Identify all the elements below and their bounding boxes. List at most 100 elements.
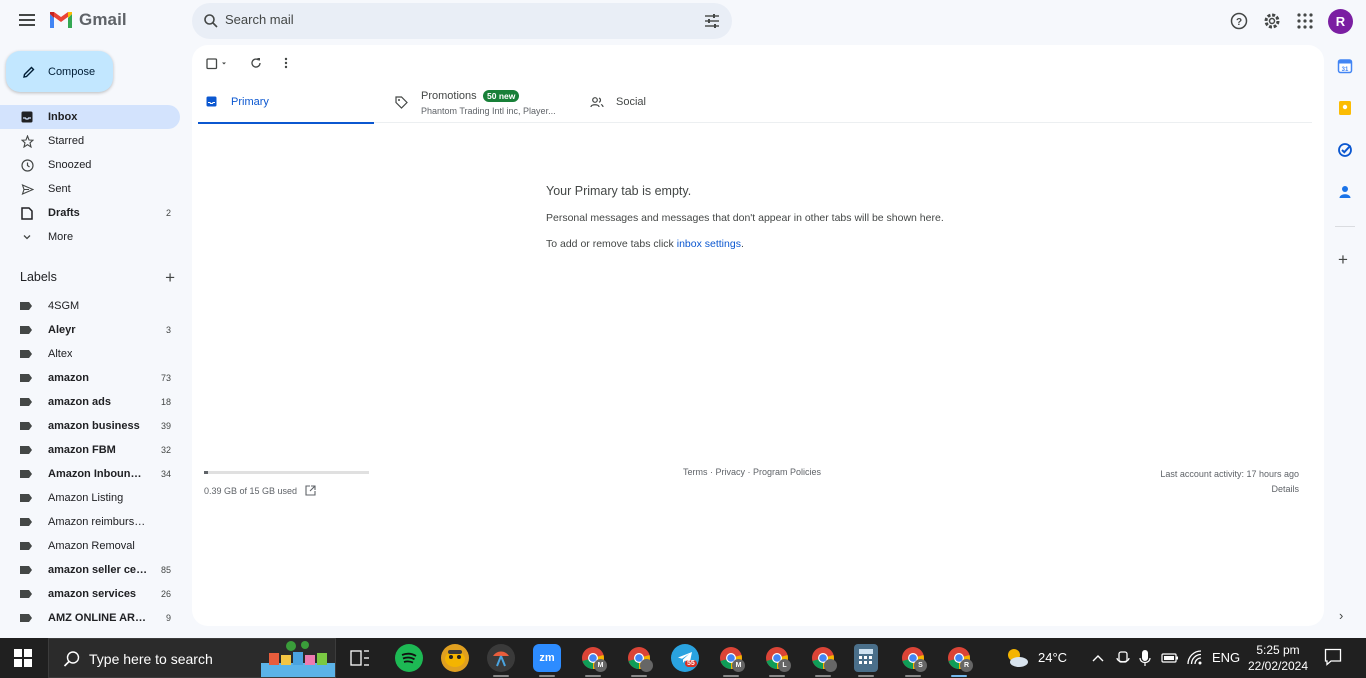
battery-icon[interactable] bbox=[1161, 652, 1179, 664]
chrome-icon[interactable] bbox=[809, 644, 837, 672]
sidebar-nav: Inbox Starred Snoozed Sent Drafts 2 More bbox=[0, 105, 192, 249]
label-item[interactable]: amazon FBM 32 bbox=[0, 438, 180, 462]
compose-button[interactable]: Compose bbox=[6, 51, 113, 92]
label-item[interactable]: Amazon Removal bbox=[0, 534, 180, 558]
contacts-icon[interactable] bbox=[1337, 184, 1353, 200]
label-item[interactable]: AMZ ONLINE ARBI... 9 bbox=[0, 606, 180, 630]
chevron-right-icon[interactable]: › bbox=[1339, 608, 1343, 623]
chrome-icon[interactable] bbox=[625, 644, 653, 672]
empty-hint-text: To add or remove tabs click bbox=[546, 238, 677, 250]
clock-time: 5:25 pm bbox=[1256, 643, 1300, 657]
label-item[interactable]: Amazon reimbursement bbox=[0, 510, 180, 534]
sidebar-item-label: Drafts bbox=[48, 207, 80, 219]
running-indicator bbox=[858, 675, 874, 677]
help-icon[interactable]: ? bbox=[1229, 11, 1249, 31]
search-bar[interactable] bbox=[192, 3, 732, 39]
label-tag-icon bbox=[20, 446, 32, 454]
privacy-link[interactable]: Privacy bbox=[716, 467, 746, 477]
search-options-icon[interactable] bbox=[704, 13, 720, 29]
label-count: 18 bbox=[160, 397, 171, 407]
gmail-logo[interactable]: Gmail bbox=[48, 10, 127, 30]
sidebar-item-more[interactable]: More bbox=[0, 225, 180, 249]
select-all-checkbox[interactable] bbox=[206, 57, 230, 75]
spotify-icon[interactable] bbox=[395, 644, 423, 672]
game-app-icon[interactable] bbox=[441, 644, 469, 672]
label-item[interactable]: 4SGM bbox=[0, 294, 180, 318]
windows-start-icon[interactable] bbox=[14, 649, 32, 667]
zoom-app-icon[interactable]: zm bbox=[533, 644, 561, 672]
gmail-m-icon bbox=[50, 12, 72, 28]
main-menu-button[interactable] bbox=[16, 11, 38, 31]
sidebar-item-label: Starred bbox=[48, 135, 85, 147]
sidebar-item-drafts[interactable]: Drafts 2 bbox=[0, 201, 180, 225]
chrome-icon[interactable]: S bbox=[899, 644, 927, 672]
program-policies-link[interactable]: Program Policies bbox=[753, 467, 821, 477]
label-tag-icon bbox=[20, 542, 32, 550]
label-item[interactable]: Amazon Listing bbox=[0, 486, 180, 510]
label-name: Aleyr bbox=[48, 324, 76, 336]
chrome-icon[interactable]: M bbox=[579, 644, 607, 672]
category-tabs: Primary Promotions 50 new Phantom Tradin… bbox=[198, 85, 1312, 124]
add-label-icon[interactable]: + bbox=[165, 268, 175, 288]
footer-links: Terms · Privacy · Program Policies bbox=[683, 467, 821, 477]
more-vert-icon[interactable] bbox=[280, 57, 292, 69]
tab-label: Social bbox=[616, 96, 646, 108]
label-item[interactable]: amazon services 26 bbox=[0, 582, 180, 606]
get-addons-icon[interactable]: + bbox=[1338, 250, 1348, 270]
snipping-tool-icon[interactable] bbox=[487, 644, 515, 672]
weather-temperature: 24°C bbox=[1038, 650, 1068, 665]
label-item[interactable]: Amazon Inbound ... 34 bbox=[0, 462, 180, 486]
sidebar-item-sent[interactable]: Sent bbox=[0, 177, 180, 201]
details-link[interactable]: Details bbox=[1160, 482, 1299, 497]
microphone-icon[interactable] bbox=[1139, 649, 1151, 667]
running-indicator bbox=[769, 675, 785, 677]
chrome-profile-badge bbox=[824, 659, 837, 672]
settings-gear-icon[interactable] bbox=[1262, 11, 1282, 31]
keep-icon[interactable] bbox=[1337, 100, 1353, 116]
chrome-profile-badge: L bbox=[778, 659, 791, 672]
svg-text:31: 31 bbox=[1342, 67, 1349, 73]
clock[interactable]: 5:25 pm 22/02/2024 bbox=[1242, 642, 1314, 674]
sidebar-item-snoozed[interactable]: Snoozed bbox=[0, 153, 180, 177]
label-item[interactable]: Altex bbox=[0, 342, 180, 366]
label-item[interactable]: amazon seller cen... 85 bbox=[0, 558, 180, 582]
chrome-profile-badge: R bbox=[960, 659, 973, 672]
label-item[interactable]: amazon 73 bbox=[0, 366, 180, 390]
label-name: Amazon Removal bbox=[48, 540, 135, 552]
tag-icon bbox=[395, 96, 408, 109]
wifi-icon[interactable] bbox=[1187, 650, 1203, 666]
open-external-icon[interactable] bbox=[305, 485, 316, 496]
tab-primary[interactable]: Primary bbox=[198, 85, 374, 124]
label-tag-icon bbox=[20, 374, 32, 382]
empty-title: Your Primary tab is empty. bbox=[546, 184, 692, 198]
calculator-icon[interactable] bbox=[854, 644, 878, 672]
sidebar-item-starred[interactable]: Starred bbox=[0, 129, 180, 153]
task-view-icon[interactable] bbox=[350, 649, 370, 667]
tab-promotions[interactable]: Promotions 50 new Phantom Trading Intl i… bbox=[388, 85, 578, 123]
sidebar-item-inbox[interactable]: Inbox bbox=[0, 105, 180, 129]
search-icon[interactable] bbox=[203, 13, 219, 29]
tasks-icon[interactable] bbox=[1337, 142, 1353, 158]
meet-now-icon[interactable] bbox=[1116, 650, 1130, 666]
tab-social[interactable]: Social bbox=[584, 85, 754, 123]
inbox-settings-link[interactable]: inbox settings bbox=[677, 238, 741, 250]
refresh-icon[interactable] bbox=[250, 57, 262, 69]
notification-center-icon[interactable] bbox=[1324, 648, 1342, 666]
chrome-icon[interactable]: M bbox=[717, 644, 745, 672]
label-item[interactable]: Aleyr 3 bbox=[0, 318, 180, 342]
apps-grid-icon[interactable] bbox=[1295, 11, 1315, 31]
label-item[interactable]: amazon business 39 bbox=[0, 414, 180, 438]
chrome-icon[interactable]: L bbox=[763, 644, 791, 672]
label-item[interactable]: amazon ads 18 bbox=[0, 390, 180, 414]
calendar-icon[interactable]: 31 bbox=[1337, 58, 1353, 74]
tray-chevron-up-icon[interactable] bbox=[1091, 652, 1105, 664]
telegram-icon[interactable]: 55 bbox=[671, 644, 699, 672]
language-indicator[interactable]: ENG bbox=[1212, 650, 1240, 665]
account-avatar[interactable]: R bbox=[1328, 9, 1353, 34]
taskbar-search[interactable]: Type here to search bbox=[48, 638, 336, 678]
search-input[interactable] bbox=[225, 12, 685, 27]
app-name: Gmail bbox=[79, 10, 127, 29]
account-activity: Last account activity: 17 hours ago Deta… bbox=[1160, 467, 1299, 497]
chrome-icon[interactable]: R bbox=[945, 644, 973, 672]
terms-link[interactable]: Terms bbox=[683, 467, 708, 477]
